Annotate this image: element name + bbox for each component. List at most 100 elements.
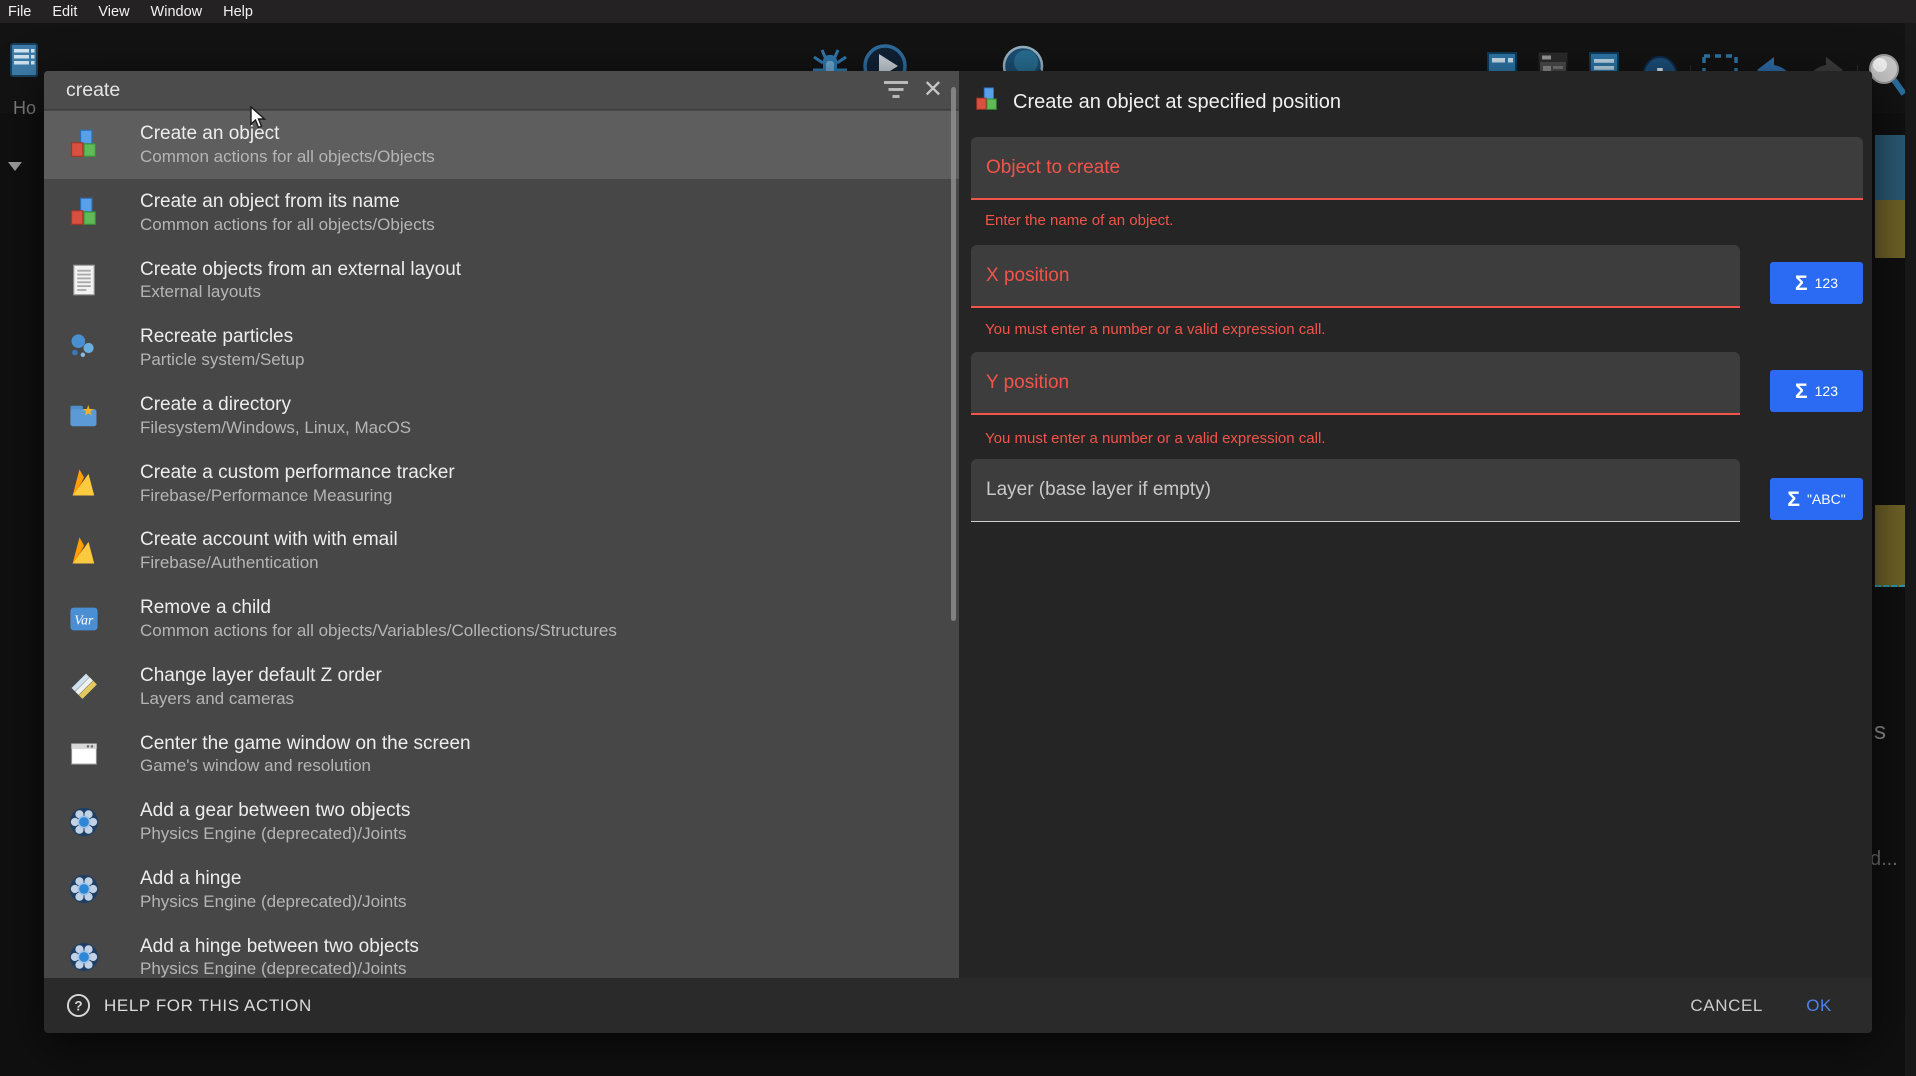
action-title: Create account with with email [140,528,398,552]
home-tab-truncated[interactable]: Ho [13,98,36,119]
search-input[interactable]: create [66,79,883,102]
firebase-flame-icon [67,466,101,500]
background-thumbnail-olive [1875,505,1905,587]
param-field-x-position[interactable]: X position [971,245,1740,308]
action-list-item[interactable]: Create an object from its nameCommon act… [44,179,959,247]
help-label: HELP FOR THIS ACTION [104,996,312,1016]
menu-item-file[interactable]: File [8,4,31,20]
expression-type-label: 123 [1815,275,1838,291]
action-list-item[interactable]: Create account with with emailFirebase/A… [44,517,959,585]
action-subtitle: Particle system/Setup [140,349,304,370]
action-list-item[interactable]: Add a hingePhysics Engine (deprecated)/J… [44,856,959,924]
dialog-footer: ? HELP FOR THIS ACTION CANCEL OK [44,978,1872,1033]
layers-icon [67,669,101,703]
search-bar: create ✕ [44,71,959,110]
physics-gear-icon [67,872,101,906]
action-subtitle: Layers and cameras [140,688,382,709]
game-window-icon [67,737,101,771]
cancel-button[interactable]: CANCEL [1690,978,1763,1033]
action-list-item[interactable]: Center the game window on the screenGame… [44,720,959,788]
action-list-item[interactable]: Add a gear between two objectsPhysics En… [44,788,959,856]
action-subtitle: External layouts [140,281,461,302]
action-subtitle: Filesystem/Windows, Linux, MacOS [140,417,411,438]
param-field-helper-text: You must enter a number or a valid expre… [985,430,1325,447]
expression-editor-button[interactable]: Σ 123 [1770,370,1863,412]
background-thumbnail-olive [1875,200,1905,258]
param-field-layer-base-layer-if-empty[interactable]: Layer (base layer if empty) [971,459,1740,522]
action-subtitle: Common actions for all objects/Objects [140,214,435,235]
action-subtitle: Firebase/Authentication [140,552,398,573]
action-title: Create an object from its name [140,190,435,214]
menu-bar: File Edit View Window Help [0,0,1916,23]
physics-gear-icon [67,805,101,839]
filter-icon[interactable] [883,79,909,101]
action-title: Change layer default Z order [140,664,382,688]
external-layout-document-icon [67,263,101,297]
expression-editor-button[interactable]: Σ "ABC" [1770,478,1863,520]
param-field-label: Object to create [986,157,1120,179]
action-list-item[interactable]: Create a custom performance trackerFireb… [44,449,959,517]
ok-button[interactable]: OK [1806,978,1832,1033]
action-list-item[interactable]: ★Create a directoryFilesystem/Windows, L… [44,382,959,450]
action-subtitle: Physics Engine (deprecated)/Joints [140,891,406,912]
param-field-label: X position [986,265,1069,287]
menu-item-view[interactable]: View [98,4,129,20]
param-field-label: Layer (base layer if empty) [986,479,1211,501]
firebase-flame-icon [67,534,101,568]
expression-type-label: 123 [1815,383,1838,399]
objects-cubes-icon [67,128,101,162]
objects-cubes-icon [973,86,1001,119]
action-title: Recreate particles [140,325,304,349]
action-list-item[interactable]: Change layer default Z orderLayers and c… [44,653,959,721]
action-list-item[interactable]: Add a hinge between two objectsPhysics E… [44,923,959,978]
background-text-fragment: s [1874,718,1886,746]
action-title: Center the game window on the screen [140,732,471,756]
action-title: Remove a child [140,596,617,620]
action-subtitle: Common actions for all objects/Variables… [140,620,617,641]
action-title: Add a hinge between two objects [140,935,419,959]
param-field-label: Y position [986,372,1069,394]
action-title: Create an object [140,122,435,146]
action-subtitle: Physics Engine (deprecated)/Joints [140,823,410,844]
menu-item-help[interactable]: Help [223,4,253,20]
folder-star-icon: ★ [67,399,101,433]
action-title: Add a gear between two objects [140,799,410,823]
svg-text:Var: Var [74,612,94,627]
action-title: Add a hinge [140,867,406,891]
sigma-icon: Σ [1795,273,1808,294]
action-list-item[interactable]: Create an objectCommon actions for all o… [44,111,959,179]
action-title: Create objects from an external layout [140,258,461,282]
param-field-object-to-create[interactable]: Object to create [971,137,1863,200]
expression-type-label: "ABC" [1807,491,1846,507]
list-scrollbar[interactable] [951,87,956,621]
param-field-y-position[interactable]: Y position [971,352,1740,415]
sigma-icon: Σ [1795,381,1808,402]
close-icon[interactable]: ✕ [923,79,943,101]
chevron-down-icon[interactable] [8,162,22,171]
particles-icon [67,331,101,365]
action-title: Create a custom performance tracker [140,461,455,485]
action-detail-pane: Create an object at specified position O… [959,71,1872,978]
sigma-icon: Σ [1787,489,1800,510]
svg-text:?: ? [74,998,82,1013]
svg-text:★: ★ [82,403,95,419]
action-subtitle: Game's window and resolution [140,755,471,776]
background-text-fragment: d... [1870,848,1898,871]
action-list-item[interactable]: Create objects from an external layoutEx… [44,246,959,314]
mouse-cursor [250,106,272,135]
detail-header: Create an object at specified position [973,71,1341,133]
action-list-item[interactable]: Recreate particlesParticle system/Setup [44,314,959,382]
help-button[interactable]: ? HELP FOR THIS ACTION [66,978,312,1033]
project-manager-icon[interactable] [8,40,42,85]
background-panel-edge [1905,23,1916,1076]
action-list-pane: create ✕ Create an objectCommon actions … [44,71,959,978]
physics-gear-icon [67,940,101,974]
menu-item-window[interactable]: Window [151,4,203,20]
background-thumbnail-teal [1875,135,1905,200]
action-list-item[interactable]: Var Remove a childCommon actions for all … [44,585,959,653]
question-circle-icon: ? [66,993,91,1018]
variable-badge-icon: Var [67,602,101,636]
param-field-helper-text: Enter the name of an object. [985,212,1173,229]
menu-item-edit[interactable]: Edit [52,4,77,20]
expression-editor-button[interactable]: Σ 123 [1770,262,1863,304]
